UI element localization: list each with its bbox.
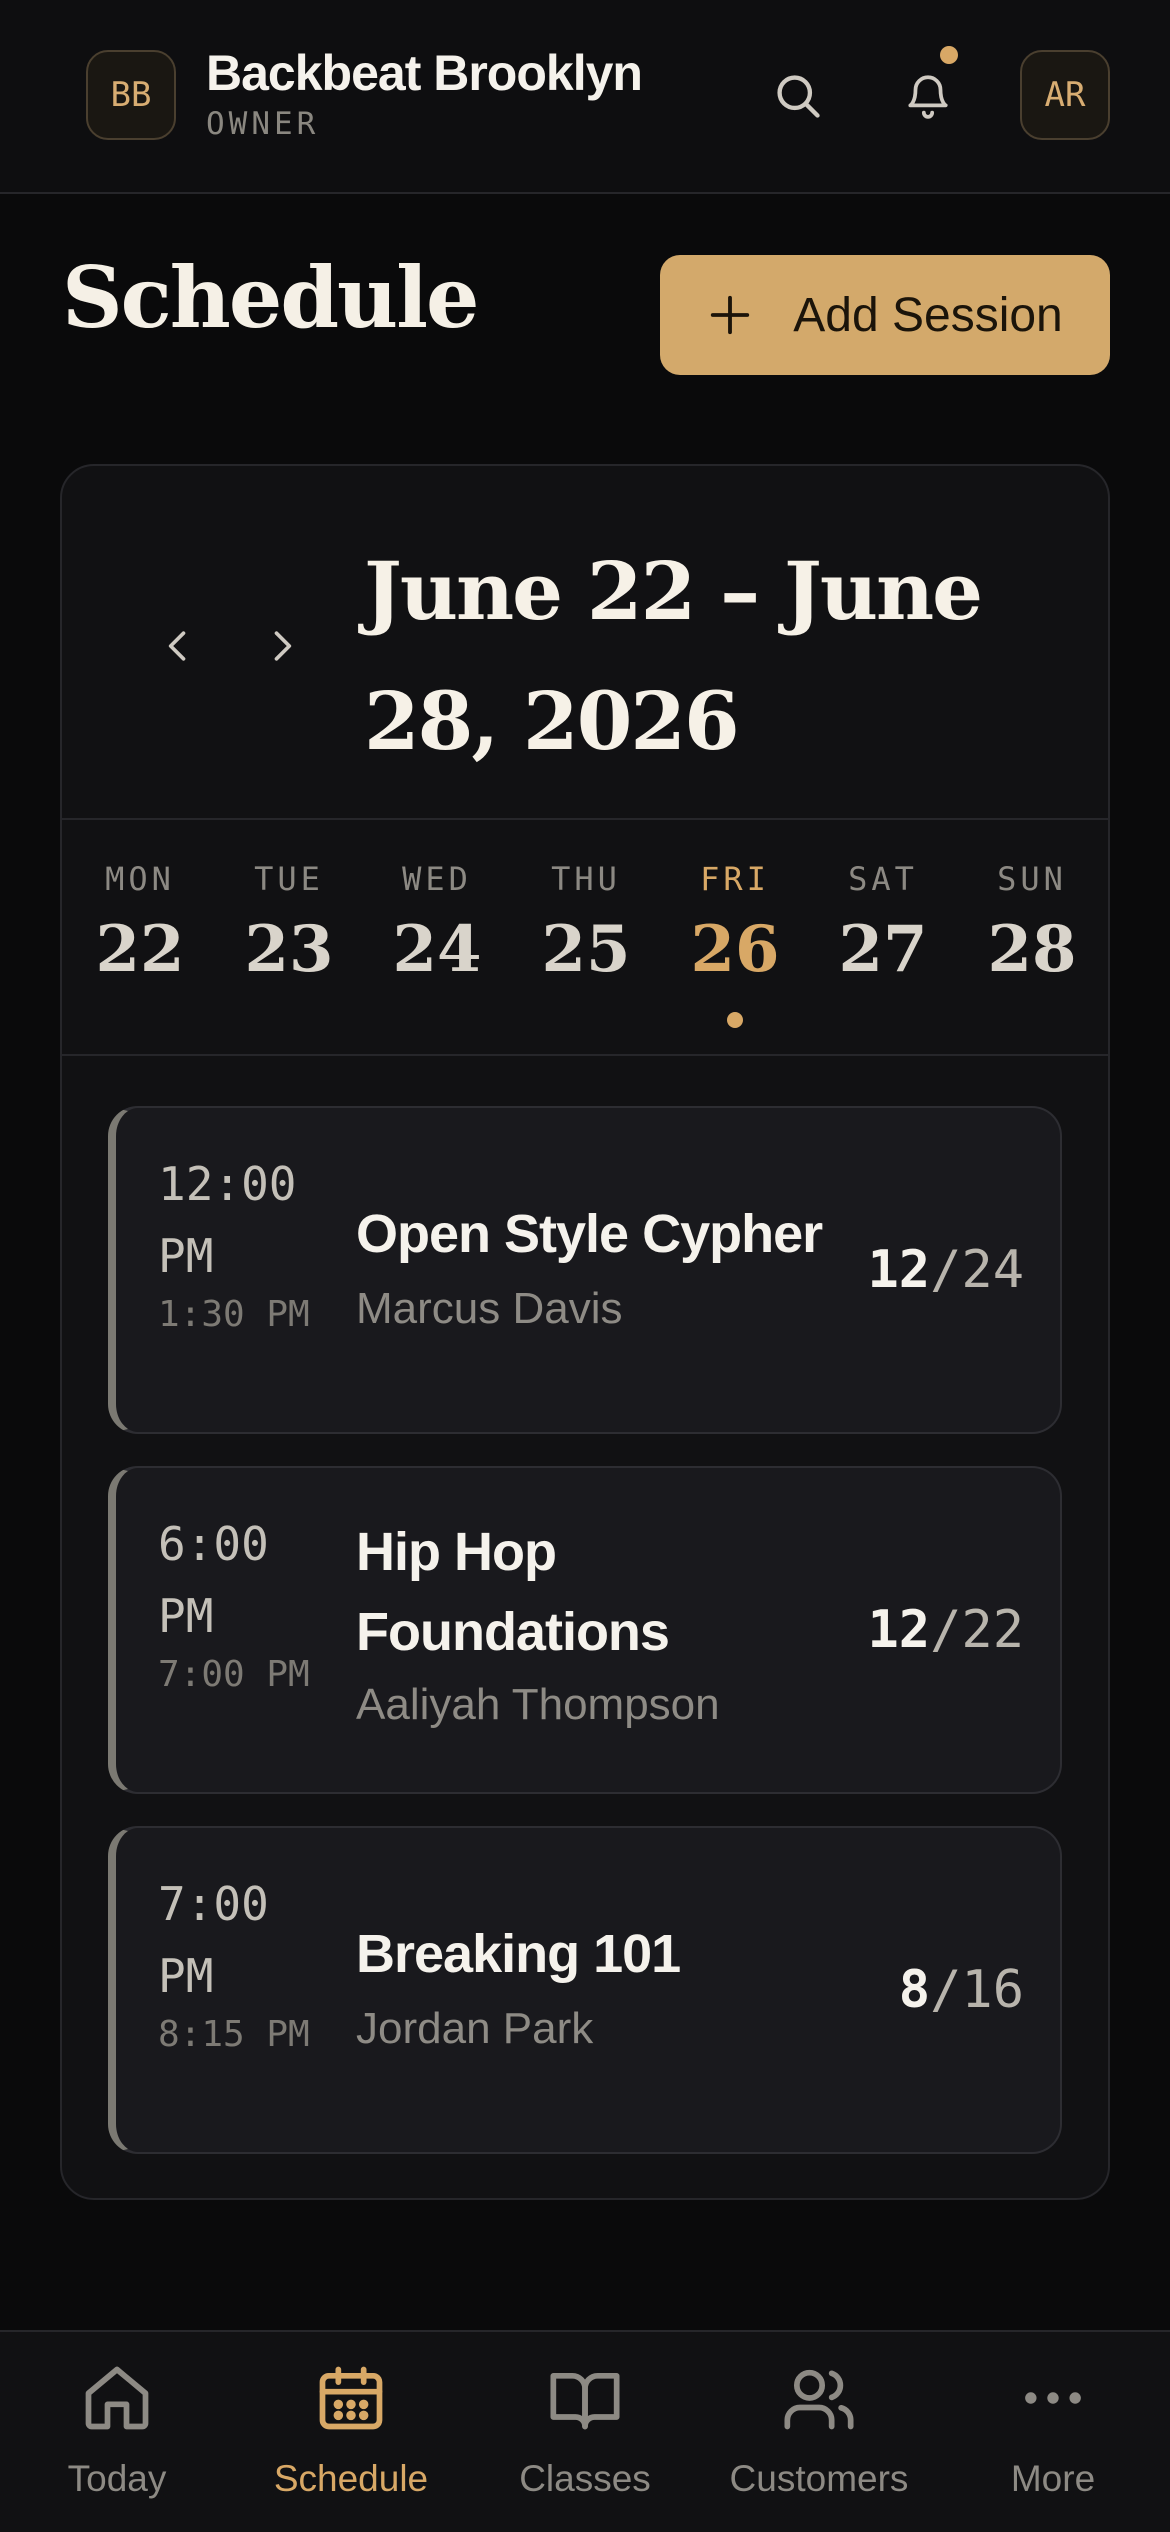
nav-schedule[interactable]: Schedule <box>234 2360 468 2520</box>
studio-name: Backbeat Brooklyn <box>206 45 643 101</box>
day-tue[interactable]: TUE 23 <box>219 822 359 1052</box>
day-number: 28 <box>987 912 1077 987</box>
nav-label: Today <box>67 2458 167 2499</box>
booked-count: 12 <box>867 1600 931 1660</box>
notification-dot <box>940 46 958 64</box>
bottom-navigation: Today Schedule Classes Customers More <box>0 2330 1170 2532</box>
day-name: WED <box>402 860 472 898</box>
session-capacity: 12/22 <box>867 1600 1024 1660</box>
more-icon <box>1025 2392 1081 2404</box>
session-card[interactable]: 12:00 PM 1:30 PM Open Style Cypher Marcu… <box>108 1106 1062 1434</box>
day-wed[interactable]: WED 24 <box>367 822 507 1052</box>
nav-label: Customers <box>729 2458 909 2499</box>
calendar-icon <box>319 2366 383 2430</box>
day-number: 26 <box>690 912 780 987</box>
session-card[interactable]: 7:00 PM 8:15 PM Breaking 101 Jordan Park… <box>108 1826 1062 2154</box>
session-title: Hip Hop Foundations <box>356 1522 670 1662</box>
search-button[interactable] <box>758 56 838 136</box>
session-end-time: 7:00 PM <box>158 1654 310 1695</box>
capacity-total: /22 <box>930 1600 1024 1660</box>
session-start-time: 6:00 PM <box>158 1517 269 1643</box>
capacity-total: /16 <box>930 1960 1024 2020</box>
session-end-time: 1:30 PM <box>158 1294 310 1335</box>
day-number: 27 <box>838 912 928 987</box>
booked-count: 12 <box>867 1240 931 1300</box>
nav-label: Schedule <box>273 2458 429 2499</box>
booked-count: 8 <box>898 1960 931 2020</box>
day-number: 23 <box>244 912 334 987</box>
day-fri[interactable]: FRI 26 <box>665 822 805 1052</box>
session-capacity: 12/24 <box>867 1240 1024 1300</box>
day-name: TUE <box>254 860 324 898</box>
session-instructor: Jordan Park <box>356 2004 594 2053</box>
book-icon <box>550 2372 620 2430</box>
home-icon <box>85 2366 149 2430</box>
nav-customers[interactable]: Customers <box>702 2360 936 2520</box>
app-header: BB Backbeat Brooklyn OWNER AR <box>0 0 1170 194</box>
user-role: OWNER <box>206 106 320 142</box>
nav-label: Classes <box>519 2458 651 2499</box>
day-name: THU <box>551 860 621 898</box>
day-number: 25 <box>541 912 631 987</box>
day-number: 24 <box>392 912 482 987</box>
session-end-time: 8:15 PM <box>158 2014 310 2055</box>
page-title: Schedule <box>62 248 479 347</box>
day-number: 22 <box>95 912 185 987</box>
nav-label: More <box>1010 2458 1096 2499</box>
day-name: MON <box>105 860 175 898</box>
previous-week-button[interactable] <box>148 616 208 676</box>
notifications-button[interactable] <box>888 56 968 136</box>
chevron-right-icon <box>274 631 292 661</box>
add-session-button[interactable]: Add Session <box>660 255 1110 375</box>
day-sun[interactable]: SUN 28 <box>962 822 1102 1052</box>
studio-badge[interactable]: BB <box>86 50 176 140</box>
plus-icon <box>711 295 750 335</box>
user-avatar[interactable]: AR <box>1020 50 1110 140</box>
nav-today[interactable]: Today <box>0 2360 234 2520</box>
schedule-card: June 22 – June 28, 2026 MON 22 TUE 23 WE… <box>60 464 1110 2200</box>
session-title: Breaking 101 <box>356 1924 681 1984</box>
bell-icon <box>908 75 948 119</box>
day-name: FRI <box>700 860 770 898</box>
day-name: SAT <box>848 860 918 898</box>
users-icon <box>784 2369 854 2430</box>
search-icon <box>777 75 820 118</box>
day-strip: MON 22 TUE 23 WED 24 THU 25 FRI 26 SAT 2… <box>62 822 1108 1056</box>
session-instructor: Aaliyah Thompson <box>356 1680 720 1729</box>
chevron-left-icon <box>168 631 186 661</box>
week-range: June 22 – June 28, 2026 <box>364 544 983 768</box>
session-capacity: 8/16 <box>899 1960 1024 2020</box>
session-start-time: 7:00 PM <box>158 1877 269 2003</box>
add-session-label: Add Session <box>793 288 1063 342</box>
session-instructor: Marcus Davis <box>356 1284 623 1333</box>
nav-classes[interactable]: Classes <box>468 2360 702 2520</box>
day-sat[interactable]: SAT 27 <box>813 822 953 1052</box>
selected-day-dot <box>727 1012 743 1028</box>
day-name: SUN <box>997 860 1067 898</box>
nav-more[interactable]: More <box>936 2360 1170 2520</box>
session-title: Open Style Cypher <box>356 1204 823 1264</box>
day-thu[interactable]: THU 25 <box>516 822 656 1052</box>
session-card[interactable]: 6:00 PM 7:00 PM Hip Hop Foundations Aali… <box>108 1466 1062 1794</box>
capacity-total: /24 <box>930 1240 1024 1300</box>
session-start-time: 12:00 PM <box>158 1157 297 1283</box>
day-mon[interactable]: MON 22 <box>70 822 210 1052</box>
next-week-button[interactable] <box>252 616 312 676</box>
week-header: June 22 – June 28, 2026 <box>62 466 1108 820</box>
